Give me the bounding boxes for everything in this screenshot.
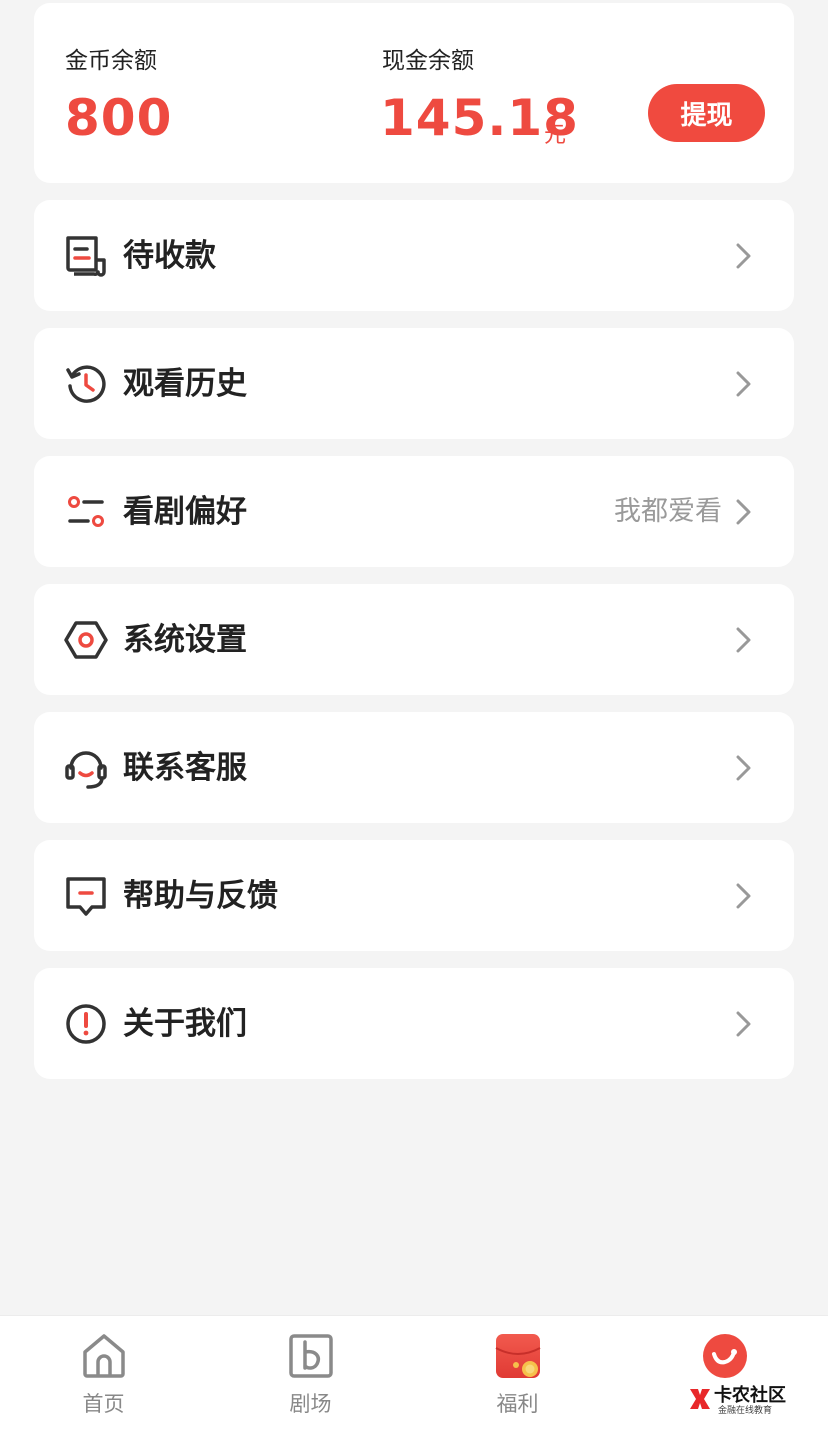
menu-label: 联系客服 (123, 750, 247, 786)
menu-label: 关于我们 (123, 1006, 247, 1042)
chevron-right-icon (736, 627, 751, 653)
menu-label: 待收款 (123, 238, 216, 274)
menu-label: 看剧偏好 (123, 494, 247, 530)
menu-item-customer-service[interactable]: 联系客服 (34, 712, 794, 823)
chevron-right-icon (736, 1011, 751, 1037)
tab-theater[interactable]: 剧场 (207, 1316, 414, 1452)
menu-item-pending-payment[interactable]: 待收款 (34, 200, 794, 311)
watermark-subtitle: 金融在线教育 (718, 1406, 773, 1416)
menu-label: 系统设置 (123, 622, 247, 658)
withdraw-button[interactable]: 提现 (648, 84, 765, 142)
menu-item-watch-history[interactable]: 观看历史 (34, 328, 794, 439)
menu-item-help-feedback[interactable]: 帮助与反馈 (34, 840, 794, 951)
preference-value: 我都爱看 (614, 496, 722, 527)
menu-item-system-settings[interactable]: 系统设置 (34, 584, 794, 695)
kanong-community-watermark: 卡农社区 金融在线教育 (686, 1381, 792, 1417)
menu-label: 观看历史 (123, 366, 247, 402)
tab-welfare[interactable]: 福利 (414, 1316, 621, 1452)
headset-icon (65, 751, 107, 789)
cash-balance-label: 现金余额 (382, 48, 474, 74)
balance-card: 金币余额 800 现金余额 145.18 元 提现 (34, 3, 794, 183)
preference-sliders-icon (68, 496, 104, 527)
menu-label: 帮助与反馈 (123, 878, 278, 914)
cash-unit: 元 (544, 123, 567, 148)
chevron-right-icon (736, 371, 751, 397)
receipt-icon (66, 236, 106, 277)
history-icon (66, 365, 106, 403)
settings-hexagon-icon (64, 621, 108, 659)
chevron-right-icon (736, 243, 751, 269)
coin-balance-value: 800 (65, 89, 173, 147)
info-exclamation-icon (66, 1004, 106, 1044)
chevron-right-icon (736, 499, 751, 525)
feedback-message-icon (66, 877, 106, 916)
menu-item-watch-preference[interactable]: 看剧偏好 我都爱看 (34, 456, 794, 567)
home-icon (83, 1334, 125, 1378)
theater-icon (289, 1334, 333, 1378)
tab-label: 剧场 (289, 1392, 332, 1416)
tab-label: 首页 (82, 1392, 125, 1416)
profile-avatar-icon (703, 1334, 747, 1378)
coin-balance-label: 金币余额 (65, 48, 157, 74)
tab-label: 福利 (496, 1392, 539, 1416)
red-envelope-icon (495, 1334, 541, 1378)
menu-item-about-us[interactable]: 关于我们 (34, 968, 794, 1079)
watermark-logo-icon (690, 1389, 710, 1409)
chevron-right-icon (736, 755, 751, 781)
chevron-right-icon (736, 883, 751, 909)
tab-home[interactable]: 首页 (0, 1316, 207, 1452)
